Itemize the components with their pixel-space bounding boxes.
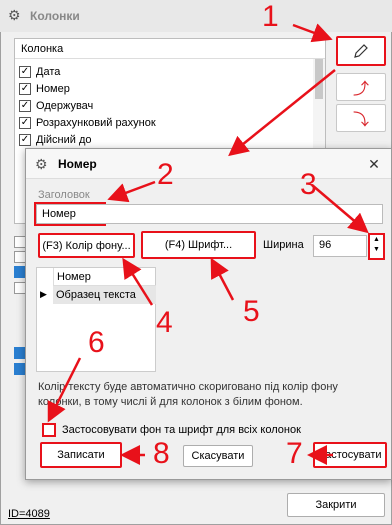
- arrow-6: [47, 357, 82, 423]
- annotation-8: 8: [153, 437, 170, 470]
- arrow-1b: [228, 69, 336, 157]
- annotation-1: 1: [262, 0, 279, 33]
- annotation-4: 4: [156, 306, 173, 339]
- annotation-7: 7: [286, 437, 303, 470]
- annotation-arrows: [47, 23, 369, 465]
- arrow-3: [311, 184, 369, 234]
- annotation-5: 5: [243, 295, 260, 328]
- annotation-3: 3: [300, 168, 317, 201]
- arrow-1: [292, 23, 333, 43]
- annotation-6: 6: [88, 326, 105, 359]
- annotation-2: 2: [157, 158, 174, 191]
- arrow-2: [107, 180, 156, 203]
- arrow-4: [122, 257, 154, 306]
- arrow-5: [210, 257, 235, 301]
